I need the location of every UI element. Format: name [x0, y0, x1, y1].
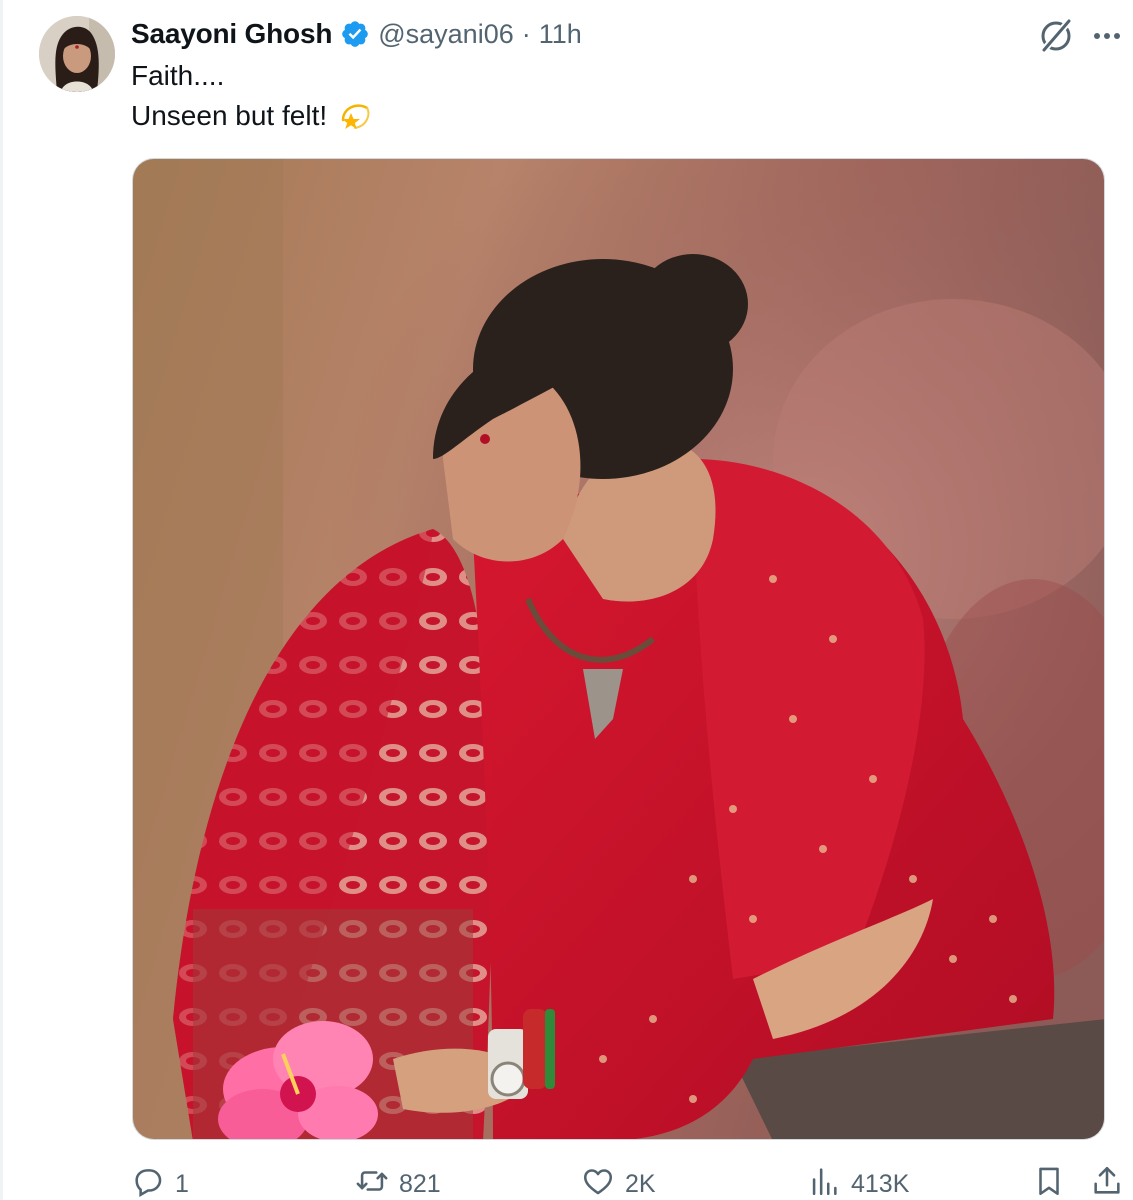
- retweet-icon: [355, 1164, 389, 1200]
- reply-count: 1: [175, 1169, 189, 1198]
- dizzy-star-emoji-icon: [337, 98, 373, 134]
- share-button[interactable]: [1090, 1160, 1124, 1200]
- tweet-text-line-2-text: Unseen but felt!: [131, 100, 328, 131]
- verified-badge-icon[interactable]: [340, 19, 370, 49]
- like-count: 2K: [625, 1169, 656, 1198]
- view-count: 413K: [851, 1169, 910, 1198]
- photo-image: [133, 159, 1104, 1139]
- reply-icon: [131, 1164, 165, 1200]
- grok-icon[interactable]: [1036, 16, 1076, 56]
- like-button[interactable]: 2K: [581, 1160, 656, 1200]
- avatar[interactable]: [39, 16, 115, 92]
- heart-icon: [581, 1164, 615, 1200]
- reply-button[interactable]: 1: [131, 1160, 189, 1200]
- share-icon: [1090, 1164, 1124, 1200]
- bookmark-button[interactable]: [1032, 1160, 1066, 1200]
- tweet-actions: 1 821 2K 413K: [3, 1160, 1133, 1200]
- separator-dot: ·: [521, 18, 531, 49]
- tweet-text-line-2: Unseen but felt!: [131, 98, 373, 134]
- retweet-button[interactable]: 821: [355, 1160, 441, 1200]
- retweet-count: 821: [399, 1169, 441, 1198]
- display-name[interactable]: Saayoni Ghosh: [131, 18, 332, 50]
- tweet-timestamp[interactable]: 11h: [539, 19, 582, 50]
- author-handle[interactable]: @sayani06: [378, 19, 514, 50]
- more-icon[interactable]: [1087, 20, 1127, 52]
- views-icon: [807, 1164, 841, 1200]
- tweet-header: Saayoni Ghosh @sayani06 · 11h: [131, 14, 582, 54]
- bookmark-icon: [1032, 1164, 1066, 1200]
- avatar-image: [39, 16, 115, 92]
- tweet-photo[interactable]: [132, 158, 1105, 1140]
- tweet-card: Saayoni Ghosh @sayani06 · 11h Faith.... …: [0, 0, 1133, 1200]
- views-button[interactable]: 413K: [807, 1160, 909, 1200]
- tweet-text-line-1: Faith....: [131, 60, 225, 91]
